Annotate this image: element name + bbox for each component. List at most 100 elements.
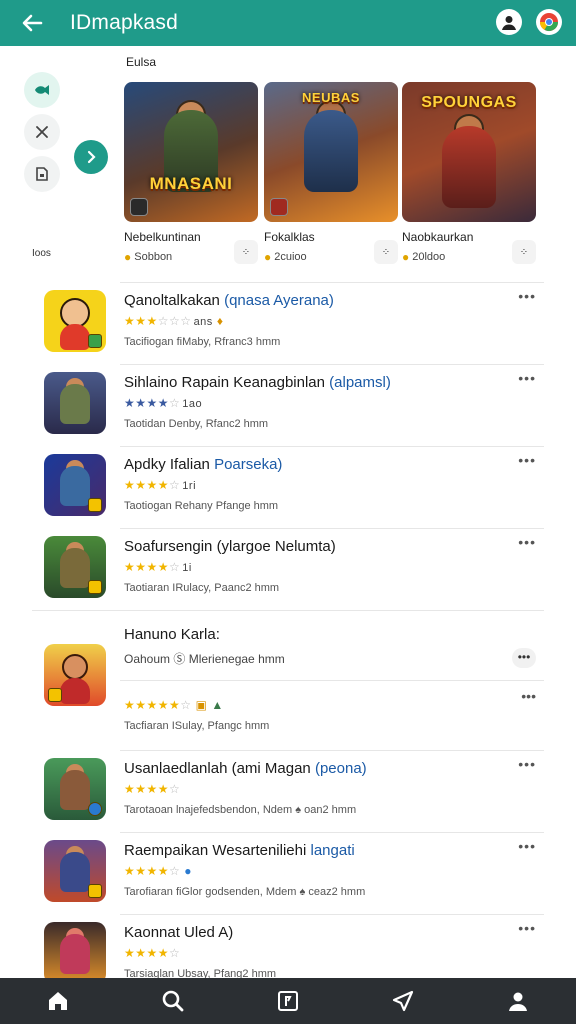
library-icon <box>277 991 298 1011</box>
overflow-menu-icon[interactable]: ••• <box>518 534 536 550</box>
app-subtitle: Oahoum Ⓢ Mlerienegae hmm <box>124 652 285 666</box>
app-icon <box>44 290 106 352</box>
badge-icon <box>48 688 62 702</box>
app-description: Taotiogan Rehany Pfange hmm <box>124 500 279 512</box>
nav-search[interactable] <box>149 978 197 1024</box>
nav-send[interactable] <box>379 978 427 1024</box>
app-description: Tarofiaran fiGlor godsenden, Mdem ♠ ceaz… <box>124 886 366 898</box>
star-rating: ★★★★☆ ● <box>124 864 193 878</box>
star-rating: ★★★★★☆ ▣ ▲ <box>124 698 224 712</box>
overflow-menu-icon[interactable]: ••• <box>518 920 536 936</box>
overflow-menu-button[interactable]: ••• <box>512 648 536 668</box>
list-item[interactable]: Sihlaino Rapain Keanagbinlan (alpamsl) ★… <box>0 364 576 446</box>
more-options-button[interactable]: ⁘ <box>234 240 258 264</box>
left-rail <box>24 72 64 198</box>
more-options-button[interactable]: ⁘ <box>374 240 398 264</box>
app-list: Qanoltalkakan (qnasa Ayerana) ★★★☆☆☆ ans ♦… <box>0 282 576 996</box>
divider <box>120 680 544 681</box>
rail-tools-button[interactable] <box>24 114 60 150</box>
badge-icon <box>88 334 102 348</box>
divider <box>32 610 544 611</box>
star-rating: ★★★☆☆☆ ans ♦ <box>124 314 224 328</box>
list-item[interactable]: Qanoltalkakan (qnasa Ayerana) ★★★☆☆☆ ans ♦… <box>0 282 576 364</box>
account-button[interactable] <box>496 9 522 35</box>
app-icon <box>44 644 106 706</box>
account-circle-icon <box>502 16 516 30</box>
search-icon <box>162 990 184 1012</box>
app-title: Hanuno Karla: <box>124 626 220 643</box>
list-item-expanded[interactable]: Hanuno Karla: Oahoum Ⓢ Mlerienegae hmm •… <box>0 610 576 750</box>
nav-library[interactable] <box>264 978 312 1024</box>
rating-text: 1ao <box>182 398 203 410</box>
bottom-navigation <box>0 978 576 1024</box>
page-title: IDmapkasd <box>70 11 179 34</box>
divider <box>120 750 544 751</box>
app-title: Usanlaedlanlah (ami Magan <box>124 760 311 777</box>
character-figure-icon <box>60 852 90 892</box>
featured-card-rating: Sobbon <box>134 251 173 263</box>
featured-card[interactable]: SPOUNGAS Naobkaurkan ● 20ldoo ⁘ <box>402 82 536 264</box>
chrome-logo-icon <box>540 13 558 32</box>
divider <box>120 446 544 447</box>
character-figure-icon <box>442 126 496 208</box>
featured-card-art: NEUBAS <box>264 82 398 222</box>
overflow-menu-icon[interactable]: ••• <box>518 370 536 386</box>
app-title: Sihlaino Rapain Keanagbinlan <box>124 374 325 391</box>
list-item[interactable]: Usanlaedlanlah (ami Magan (peona) ★★★★☆ … <box>0 750 576 832</box>
chip-icon: ▣ <box>195 698 208 712</box>
featured-card[interactable]: NEUBAS Fokalklas ● 2cuioo ⁘ <box>264 82 398 264</box>
app-title-accent: langati <box>310 842 355 859</box>
rating-text: ans <box>193 316 213 328</box>
more-options-button[interactable]: ⁘ <box>512 240 536 264</box>
rail-fish-button[interactable] <box>24 72 60 108</box>
overflow-menu-icon[interactable]: ••• <box>521 688 536 704</box>
app-title-accent: (peona) <box>314 760 367 777</box>
badge-icon <box>88 580 102 594</box>
publisher-badge-icon <box>270 198 288 216</box>
featured-carousel: MNASANI Nebelkuntinan ● Sobbon ⁘ NEUBAS F… <box>124 82 538 272</box>
list-item[interactable]: Raempaikan Wesarteniliehi langati ★★★★☆ ●… <box>0 832 576 914</box>
overflow-menu-icon[interactable]: ••• <box>518 452 536 468</box>
browser-button[interactable] <box>536 9 562 35</box>
character-head-icon <box>62 654 88 680</box>
featured-card-art-title: SPOUNGAS <box>421 94 517 111</box>
divider <box>120 528 544 529</box>
featured-card-art-title: NEUBAS <box>302 90 360 105</box>
overflow-menu-icon[interactable]: ••• <box>518 288 536 304</box>
badge-icon <box>88 802 102 816</box>
divider <box>120 282 544 283</box>
app-description: Tarotaoan lnajefedsbendon, Ndem ♠ oan2 h… <box>124 804 357 816</box>
overflow-menu-icon[interactable]: ••• <box>518 756 536 772</box>
divider <box>120 914 544 915</box>
app-title: Apdky Ifalian <box>124 456 210 473</box>
list-item[interactable]: Apdky Ifalian Poarseka) ★★★★☆ 1ri Taotiog… <box>0 446 576 528</box>
scroll-right-button[interactable] <box>74 140 108 174</box>
featured-card[interactable]: MNASANI Nebelkuntinan ● Sobbon ⁘ <box>124 82 258 264</box>
character-figure-icon <box>60 548 90 588</box>
app-title: Soafursengin (ylargoe Nelumta) <box>124 538 336 555</box>
overflow-menu-icon[interactable]: ••• <box>518 838 536 854</box>
divider <box>120 364 544 365</box>
chevron-right-icon <box>87 150 96 164</box>
home-icon <box>48 992 67 1010</box>
nav-home[interactable] <box>34 978 82 1024</box>
app-title-accent: (qnasa Ayerana) <box>224 292 334 309</box>
nav-profile[interactable] <box>494 978 542 1024</box>
coin-icon: ● <box>264 250 272 264</box>
divider <box>120 832 544 833</box>
back-button[interactable] <box>12 3 52 43</box>
app-description: Tacifiogan fiMaby, Rfranc3 hmm <box>124 336 281 348</box>
featured-card-rating: 2cuioo <box>274 251 307 263</box>
app-title: Qanoltalkakan <box>124 292 220 309</box>
coin-icon: ● <box>402 250 410 264</box>
star-rating: ★★★★☆ <box>124 946 181 960</box>
character-figure-icon <box>304 110 358 192</box>
app-description: Tacfiaran ISulay, Pfangc hmm <box>124 720 270 732</box>
character-figure-icon <box>60 934 90 974</box>
verified-icon: ● <box>184 864 193 878</box>
rail-save-button[interactable] <box>24 156 60 192</box>
star-rating: ★★★★☆ 1ri <box>124 478 197 492</box>
featured-card-rating: 20ldoo <box>412 251 446 263</box>
app-icon <box>44 922 106 984</box>
list-item[interactable]: Soafursengin (ylargoe Nelumta) ★★★★☆ 1i T… <box>0 528 576 610</box>
